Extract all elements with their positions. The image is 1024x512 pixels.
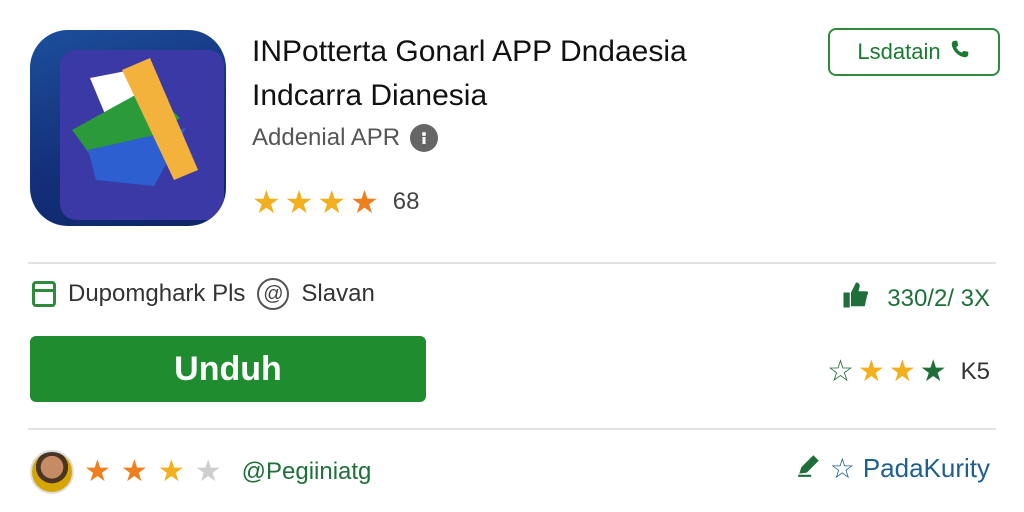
rating-detail: ☆ ★ ★ ★ K5: [827, 356, 990, 388]
developer-row[interactable]: Addenial APR: [252, 124, 439, 152]
security-label[interactable]: PadaKurity: [863, 453, 990, 484]
star-icon: ★: [84, 455, 111, 488]
document-icon: [32, 281, 56, 307]
meta-left-text: Dupomghark Pls: [68, 280, 246, 307]
stat-value: 330/2/ 3X: [887, 284, 990, 312]
thumbs-up-icon: [841, 280, 871, 317]
star-icon: ★: [120, 455, 148, 488]
install-button[interactable]: Lsdatain: [828, 28, 1000, 76]
pen-icon: [796, 452, 822, 485]
info-icon[interactable]: [410, 124, 439, 152]
security-row[interactable]: ☆ PadaKurity: [796, 452, 990, 485]
star-outline-icon: ☆: [829, 453, 855, 484]
star-icon: ★: [284, 184, 314, 220]
reviewer-handle[interactable]: @Pegiiniatg: [242, 458, 372, 486]
install-label: Lsdatain: [857, 39, 941, 64]
app-title-line2: Indcarra Dianesia: [252, 79, 488, 112]
stats-right: 330/2/ 3X: [841, 280, 990, 317]
developer-name[interactable]: Addenial APR: [252, 124, 400, 152]
star-empty-icon: ★: [194, 455, 222, 488]
divider: [28, 262, 996, 264]
star-icon: ★: [317, 184, 347, 220]
star-icon: ★: [888, 355, 916, 388]
review-row[interactable]: ★ ★ ★ ★ @Pegiiniatg: [30, 450, 371, 494]
meta-row: Dupomghark Pls @ Slavan: [32, 278, 375, 310]
star-icon: ★: [857, 355, 885, 388]
star-outline-icon: ☆: [827, 355, 854, 388]
avatar[interactable]: [30, 450, 74, 494]
star-icon: ★: [919, 355, 947, 388]
app-title-line1: INPotterta Gonarl APP Dndaesia: [252, 35, 687, 68]
star-icon: ★: [157, 455, 185, 488]
phone-icon: [949, 38, 971, 66]
star-icon: ★: [252, 184, 281, 220]
rating-count: 68: [392, 188, 420, 215]
app-logo-icon: [30, 30, 226, 226]
at-icon: @: [257, 278, 290, 310]
rating-label: K5: [960, 358, 990, 385]
rating-summary: ★ ★ ★ ★ 68: [252, 186, 419, 218]
download-label: Unduh: [174, 349, 282, 388]
download-button[interactable]: Unduh: [30, 336, 426, 402]
divider: [28, 428, 996, 430]
app-title: INPotterta Gonarl APP Dndaesia Indcarra …: [252, 30, 812, 118]
star-icon: ★: [350, 184, 379, 220]
meta-at-text: Slavan: [301, 280, 375, 307]
